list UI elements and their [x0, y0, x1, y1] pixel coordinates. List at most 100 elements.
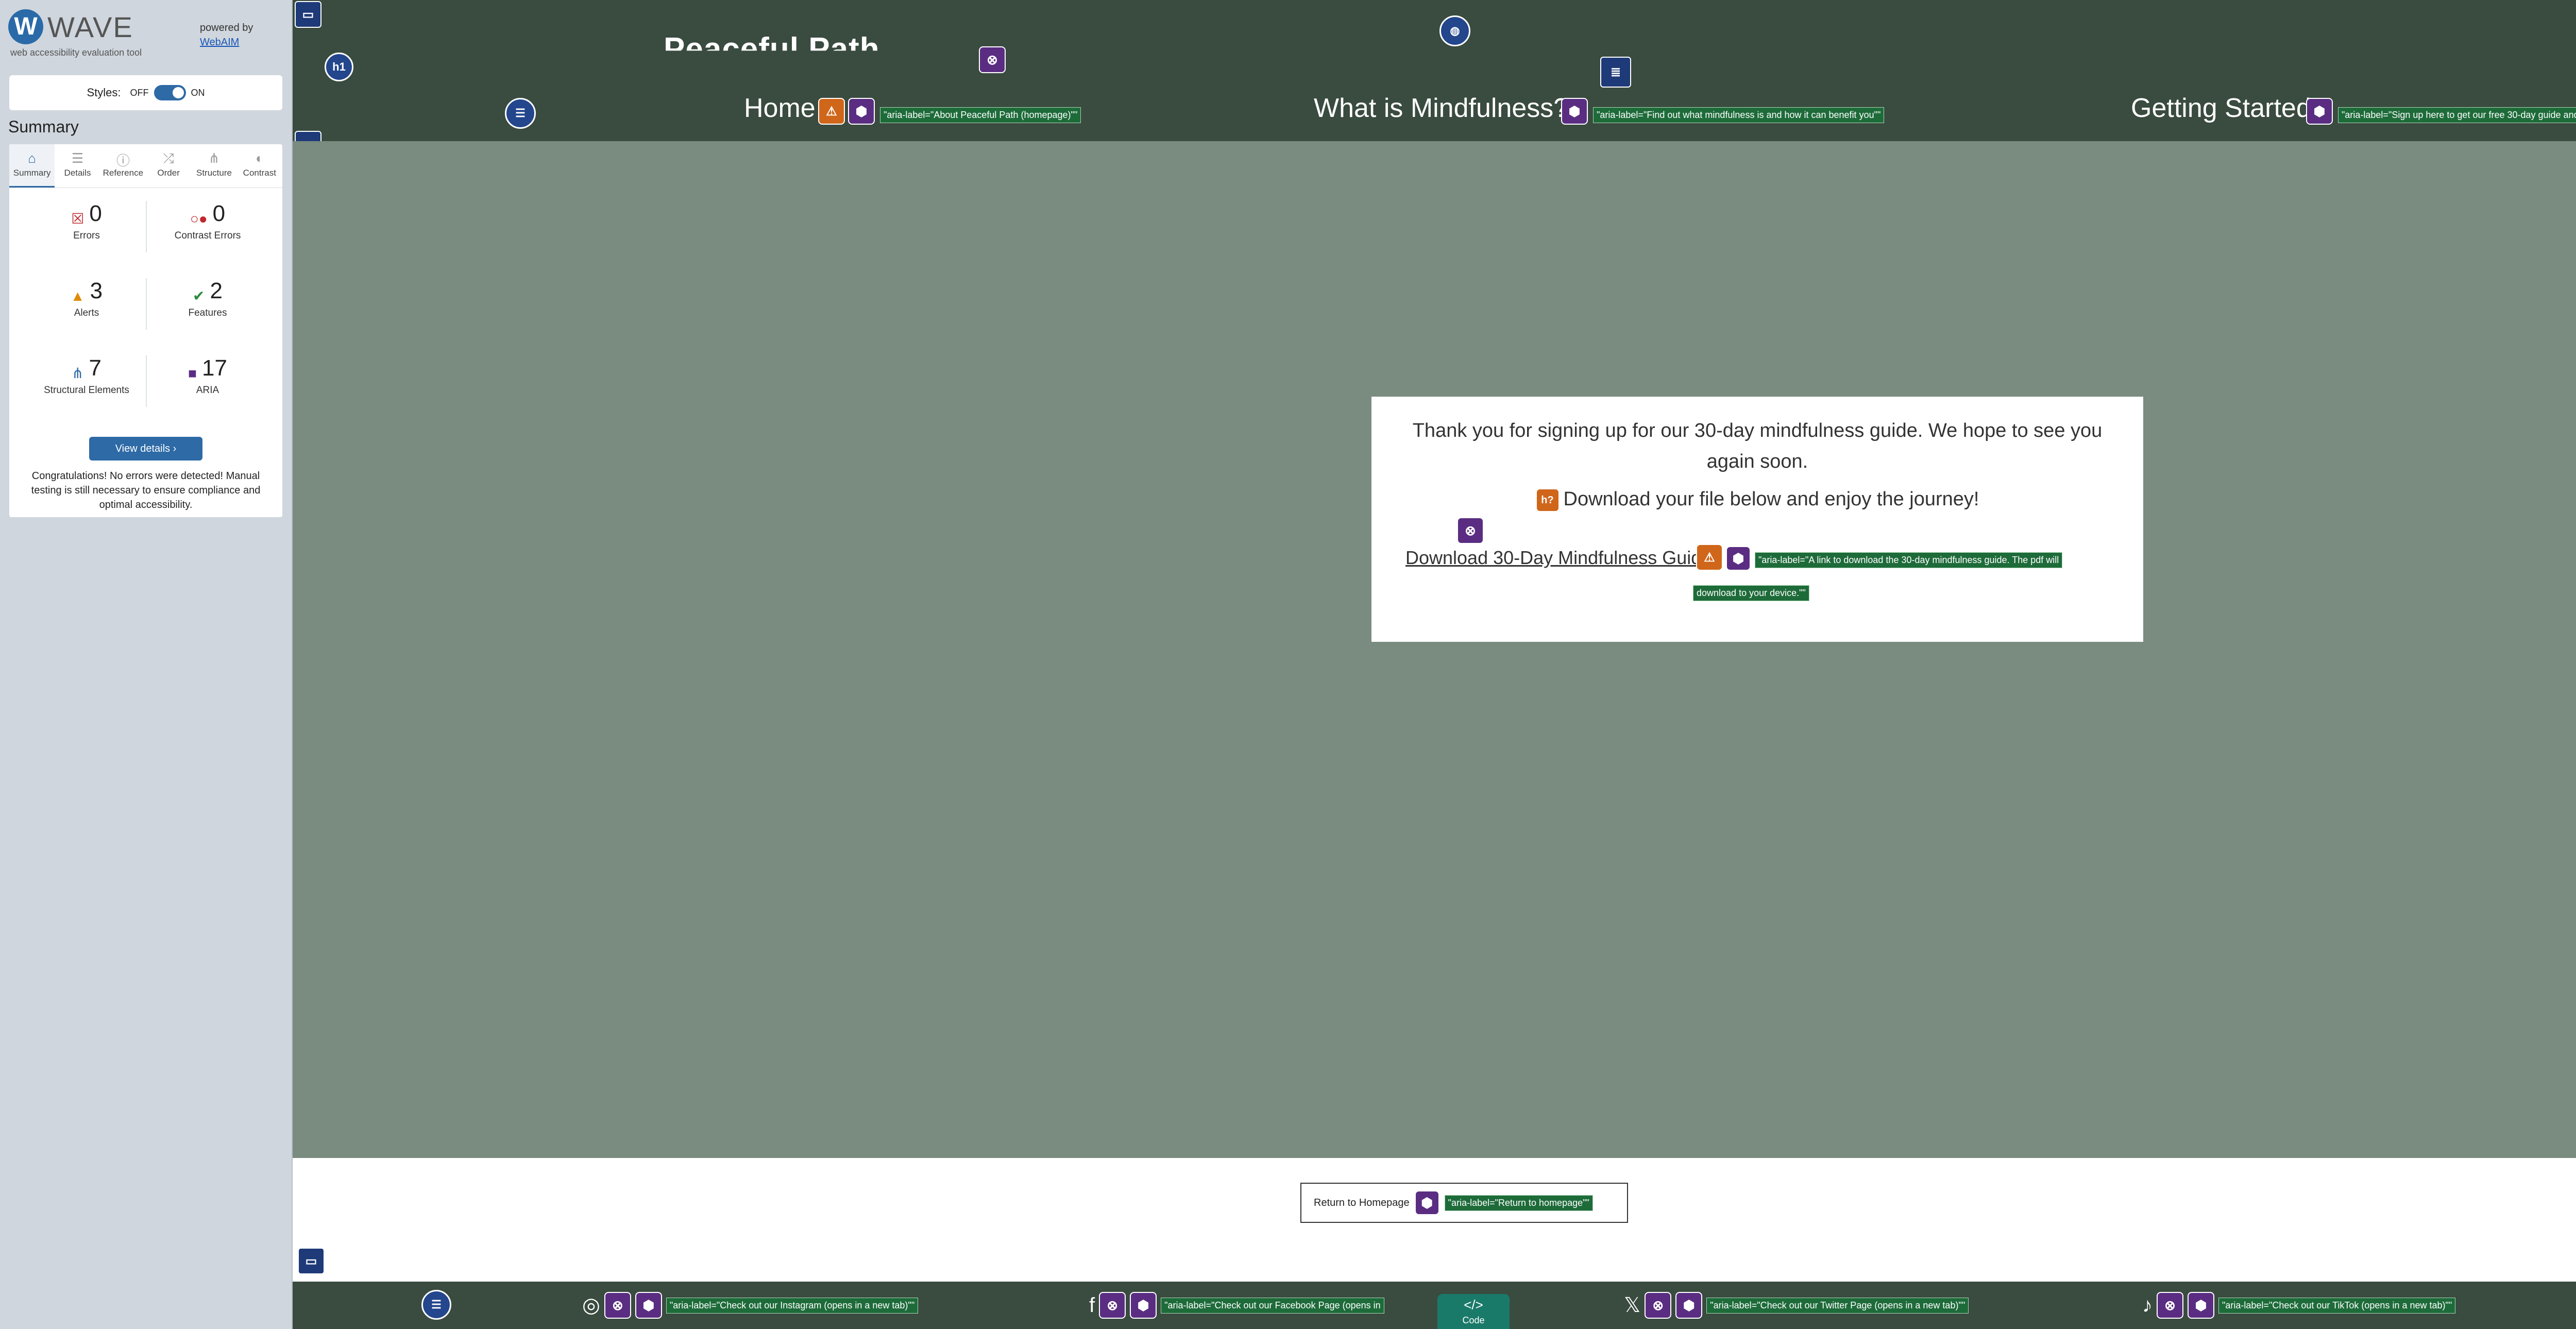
stat-structural-label: Structural Elements [44, 385, 129, 396]
stat-features-label: Features [188, 308, 227, 319]
social-instagram[interactable]: ◎ ⊗ ⬢ "aria-label="Check out our Instagr… [582, 1292, 919, 1319]
tab-order[interactable]: ⤮ Order [146, 144, 191, 188]
styles-off-label: OFF [130, 87, 149, 98]
feature-icon: ✔ [193, 288, 205, 304]
structure-icon: ⋔ [208, 150, 220, 166]
tab-details[interactable]: ☰ Details [55, 144, 100, 188]
code-panel-tab[interactable]: </> Code [1437, 1294, 1510, 1329]
footer-region-icon: ▭ [298, 1248, 325, 1274]
facebook-icon: f [1089, 1293, 1095, 1317]
stat-aria[interactable]: ■ 17 ARIA [146, 355, 269, 396]
aria-hidden-icon: ⊗ [604, 1292, 631, 1319]
twitter-x-icon: 𝕏 [1624, 1294, 1641, 1317]
wave-logo-icon: W [8, 9, 43, 44]
stat-contrast-errors-value: 0 [212, 201, 226, 226]
confirmation-card: Thank you for signing up for our 30-day … [1371, 397, 2143, 642]
tiktok-icon: ♪ [2142, 1293, 2153, 1317]
aria-label-icon: ⬢ [1130, 1292, 1157, 1319]
stat-alerts-label: Alerts [74, 307, 99, 318]
contrast-icon: ◐ [255, 150, 264, 166]
wave-logo-name: WAVE [47, 10, 133, 43]
social-twitter[interactable]: 𝕏 ⊗ ⬢ "aria-label="Check out our Twitter… [1624, 1292, 1969, 1319]
wave-sidebar: W WAVE web accessibility evaluation tool… [0, 0, 293, 1329]
h1-icon: h1 [325, 53, 353, 81]
list-icon: ☰ [421, 1290, 451, 1320]
tab-details-label: Details [64, 168, 91, 178]
powered-by-text: powered by [200, 22, 253, 33]
tab-summary-label: Summary [13, 168, 51, 178]
tab-structure-label: Structure [196, 168, 232, 178]
webaim-link[interactable]: WebAIM [200, 35, 253, 49]
stat-features[interactable]: ✔ 2 Features [146, 278, 269, 319]
order-icon: ⤮ [163, 150, 174, 166]
aria-hidden-icon: ⊗ [1457, 517, 1484, 544]
aria-label-text: "aria-label="Find out what mindfulness i… [1593, 107, 1885, 123]
language-icon: ◍ [1439, 15, 1470, 46]
error-icon: ☒ [71, 211, 84, 227]
stat-errors-label: Errors [73, 230, 100, 242]
return-section: Return to Homepage ⬢ "aria-label="Return… [293, 1158, 2576, 1282]
powered-by: powered by WebAIM [200, 21, 253, 49]
contrast-error-icon: ○● [190, 210, 208, 227]
wave-logo: W WAVE [8, 9, 133, 44]
aria-label-icon: ⬢ [1675, 1292, 1703, 1319]
aria-label-text: "aria-label="Sign up here to get our fre… [2338, 107, 2576, 123]
instagram-icon: ◎ [582, 1294, 600, 1317]
aria-label-text: "aria-label="A link to download the 30-d… [1755, 552, 2063, 568]
tab-reference-label: Reference [103, 168, 144, 178]
summary-panel: ⌂ Summary ☰ Details ⓘ Reference ⤮ Order … [9, 144, 282, 517]
list-icon: ☰ [71, 150, 84, 166]
styles-toggle-box: Styles: OFF ON [9, 75, 282, 110]
view-details-button[interactable]: View details › [89, 437, 202, 461]
return-to-homepage-button[interactable]: Return to Homepage ⬢ "aria-label="Return… [1300, 1183, 1628, 1223]
home-icon: ⌂ [28, 150, 37, 166]
possible-heading-icon: h? [1535, 488, 1560, 512]
site-footer: ☰ ◎ ⊗ ⬢ "aria-label="Check out our Insta… [293, 1282, 2576, 1329]
summary-heading: Summary [8, 117, 79, 136]
stat-alerts[interactable]: ▲ 3 Alerts [25, 278, 148, 319]
aria-label-text: "aria-label="About Peaceful Path (homepa… [880, 107, 1081, 123]
stat-structural[interactable]: ⋔ 7 Structural Elements [25, 355, 148, 396]
alert-icon: ▲ [70, 287, 85, 304]
aria-hidden-icon: ⊗ [2157, 1292, 2183, 1319]
nav-getting-started[interactable]: Getting Started [2131, 93, 2311, 124]
aria-hidden-icon: ⊗ [979, 46, 1006, 73]
aria-hidden-icon: ⊗ [1099, 1292, 1126, 1319]
code-label: Code [1462, 1315, 1485, 1325]
tab-contrast[interactable]: ◐ Contrast [237, 144, 282, 188]
nav-what-is-mindfulness[interactable]: What is Mindfulness? [1314, 93, 1568, 124]
site-title: Peaceful Path [664, 31, 880, 67]
aria-label-icon: ⬢ [2188, 1292, 2214, 1319]
stat-contrast-errors[interactable]: ○● 0 Contrast Errors [146, 201, 269, 242]
aria-label-text: "aria-label="Check out our Twitter Page … [1706, 1297, 1969, 1314]
styles-toggle[interactable] [154, 85, 186, 100]
aria-label-text: "aria-label="Return to homepage"" [1444, 1195, 1593, 1211]
tab-structure[interactable]: ⋔ Structure [191, 144, 236, 188]
social-facebook[interactable]: f ⊗ ⬢ "aria-label="Check out our Faceboo… [1089, 1292, 1384, 1319]
tab-contrast-label: Contrast [243, 168, 276, 178]
aria-label-icon: ⬢ [1414, 1190, 1439, 1215]
social-tiktok[interactable]: ♪ ⊗ ⬢ "aria-label="Check out our TikTok … [2142, 1292, 2456, 1319]
stat-aria-value: 17 [201, 355, 227, 381]
structure-icon: ⋔ [72, 365, 84, 382]
lotus-icon: ❀ [1432, 525, 1446, 543]
stat-contrast-errors-label: Contrast Errors [174, 230, 241, 241]
tab-reference[interactable]: ⓘ Reference [100, 144, 146, 188]
tab-summary[interactable]: ⌂ Summary [9, 144, 55, 188]
aria-label-icon: ⬢ [2306, 98, 2333, 125]
aria-label-text: "aria-label="Check out our Instagram (op… [666, 1297, 919, 1314]
stat-features-value: 2 [210, 278, 223, 303]
styles-label: Styles: [87, 86, 121, 99]
navigation-icon: ≣ [1600, 57, 1631, 88]
aria-hidden-icon: ⊗ [1645, 1292, 1672, 1319]
stat-structural-value: 7 [89, 355, 101, 381]
aria-label-text: "aria-label="Check out our TikTok (opens… [2218, 1297, 2456, 1314]
download-guide-link[interactable]: Download 30-Day Mindfulness Guide [1405, 547, 1711, 569]
alert-pdf-icon: ⚠ [1696, 544, 1723, 571]
stat-errors[interactable]: ☒ 0 Errors [25, 201, 148, 242]
stat-errors-value: 0 [89, 201, 102, 226]
wave-logo-subtitle: web accessibility evaluation tool [10, 47, 142, 58]
download-instructions: h? Download your file below and enjoy the… [1371, 488, 2143, 512]
nav-home[interactable]: Home [744, 93, 816, 124]
thanks-message: Thank you for signing up for our 30-day … [1412, 420, 2103, 472]
